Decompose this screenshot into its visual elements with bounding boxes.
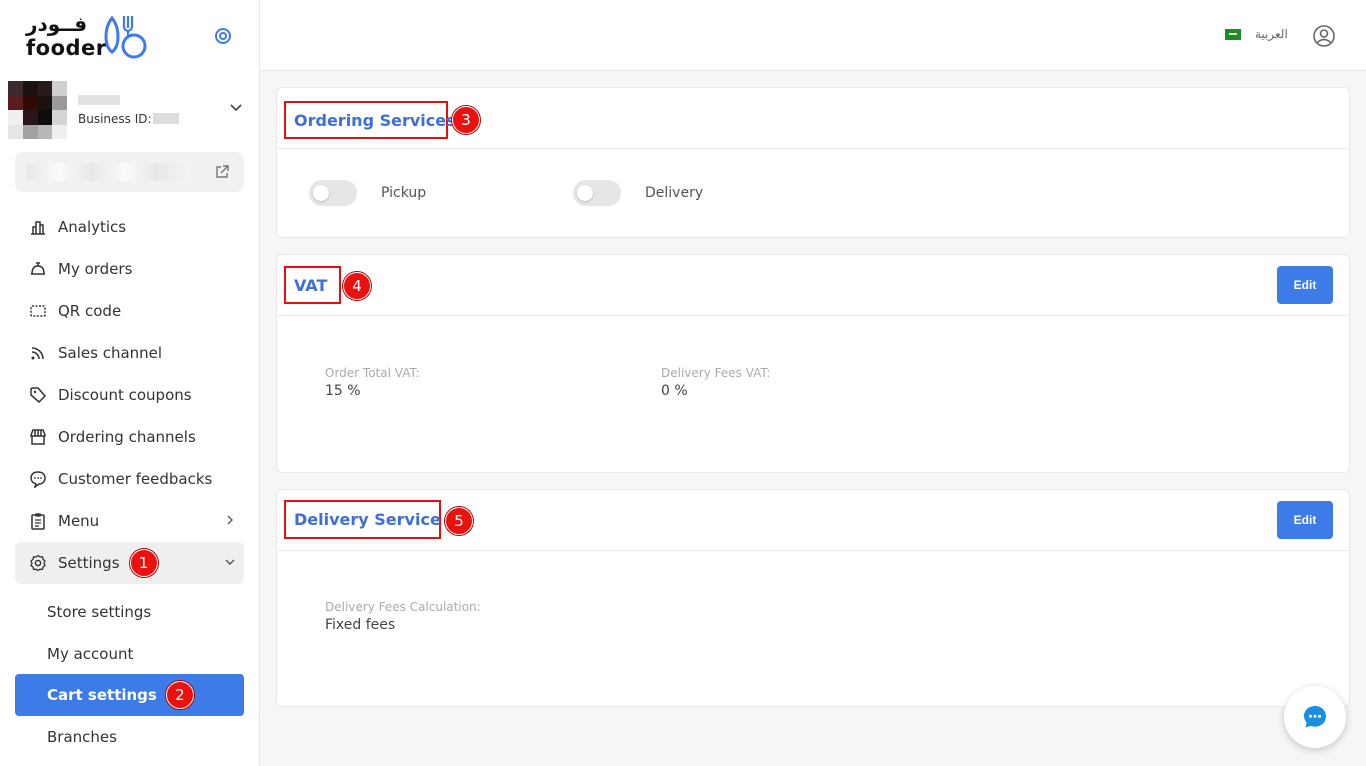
sidebar-item-menu[interactable]: Menu (15, 500, 244, 542)
card-header: Ordering Services 3 (277, 88, 1349, 149)
card-header: VAT 4 Edit (277, 255, 1349, 316)
business-switcher[interactable]: Business ID: (8, 81, 252, 139)
annotation-box: VAT (284, 266, 341, 304)
delivery-service-card: Delivery Service 5 Edit Delivery Fees Ca… (276, 489, 1350, 707)
annotation-badge-5: 5 (445, 507, 473, 535)
order-total-vat-field: Order Total VAT: 15 % (325, 366, 420, 399)
sidebar-subitem-branches[interactable]: Branches (15, 716, 244, 758)
sidebar-subitem-label: Cart settings (47, 686, 157, 704)
logo-arabic-text: فــودر (26, 12, 88, 36)
language-label: العربية (1255, 27, 1288, 41)
annotation-badge-4: 4 (343, 272, 371, 300)
store-icon (28, 427, 48, 447)
sidebar-item-label: Menu (58, 512, 100, 530)
saudi-flag-icon (1225, 28, 1241, 40)
sidebar-item-sales-channel[interactable]: Sales channel (15, 332, 244, 374)
annotation-badge-2: 2 (165, 681, 194, 709)
field-value: 15 % (325, 383, 361, 399)
delivery-edit-button[interactable]: Edit (1277, 501, 1333, 539)
delivery-fees-vat-field: Delivery Fees VAT: 0 % (661, 366, 770, 399)
annotation-badge-3: 3 (452, 106, 480, 134)
delivery-toggle-row: Delivery (573, 180, 703, 206)
ordering-services-card: Ordering Services 3 Pickup Delivery (276, 87, 1350, 238)
business-avatar (8, 81, 67, 139)
sidebar-item-label: Discount coupons (58, 386, 192, 404)
chevron-right-icon (227, 515, 233, 525)
bar-chart-icon (28, 217, 48, 237)
chevron-down-icon[interactable] (228, 99, 244, 115)
card-title: VAT (294, 275, 328, 295)
card-title: Ordering Services (294, 110, 456, 130)
clipboard-icon (28, 511, 48, 531)
annotation-box: Ordering Services (284, 101, 456, 139)
sidebar-item-label: My orders (58, 260, 133, 278)
chevron-down-icon (225, 559, 235, 565)
sidebar-item-label: QR code (58, 302, 122, 320)
sidebar-subitem-label: Branches (47, 728, 117, 746)
business-name-redacted (78, 95, 120, 105)
logo-english-text: fooder (26, 36, 107, 60)
bell-icon (28, 259, 48, 279)
delivery-label: Delivery (645, 185, 704, 201)
sidebar-item-discount-coupons[interactable]: Discount coupons (15, 374, 244, 416)
card-title: Delivery Service (294, 510, 441, 529)
field-label: Delivery Fees VAT: (661, 366, 771, 380)
logo-spoon-icon (104, 15, 147, 59)
sidebar-item-label: Ordering channels (58, 428, 196, 446)
support-chat-button[interactable] (1284, 686, 1346, 748)
sidebar-item-analytics[interactable]: Analytics (15, 206, 244, 248)
sidebar-subitem-cart-settings[interactable]: Cart settings 2 (15, 674, 244, 716)
external-link-icon[interactable] (214, 164, 230, 180)
sidebar-item-label: Settings (58, 554, 120, 572)
sidebar-item-label: Customer feedbacks (58, 470, 213, 488)
vat-card: VAT 4 Edit Order Total VAT: 15 % Deliver… (276, 254, 1350, 473)
pickup-toggle[interactable] (309, 180, 357, 206)
tag-icon (28, 385, 48, 405)
annotation-box: Delivery Service (284, 500, 441, 539)
sidebar-subitem-store-settings[interactable]: Store settings (15, 591, 244, 633)
chat-bubble-icon (1304, 706, 1326, 728)
fooder-logo[interactable]: فــودر fooder (24, 12, 154, 62)
sidebar-item-orders[interactable]: My orders (15, 248, 244, 290)
card-header: Delivery Service 5 Edit (277, 490, 1349, 551)
sidebar-subitem-label: Store settings (47, 603, 152, 621)
pickup-toggle-row: Pickup (309, 180, 426, 206)
vat-edit-button[interactable]: Edit (1277, 266, 1333, 304)
field-label: Delivery Fees Calculation: (325, 600, 481, 614)
top-bar: العربية (260, 0, 1366, 71)
field-value: Fixed fees (325, 617, 396, 633)
business-id: Business ID: (78, 112, 179, 126)
gear-icon (28, 553, 48, 573)
chat-icon (28, 469, 48, 489)
store-link[interactable] (15, 152, 244, 192)
pickup-label: Pickup (381, 185, 427, 201)
gear-icon[interactable] (213, 26, 233, 46)
annotation-badge-1: 1 (129, 549, 158, 577)
sidebar-item-label: Sales channel (58, 344, 163, 362)
sidebar-item-ordering-channels[interactable]: Ordering channels (15, 416, 244, 458)
sidebar-item-qr[interactable]: QR code (15, 290, 244, 332)
sidebar-subitem-label: My account (47, 645, 134, 663)
sidebar: فــودر fooder Business ID: Analytics My … (0, 0, 260, 766)
qr-icon (28, 301, 48, 321)
rss-icon (28, 343, 48, 363)
delivery-fees-calculation-field: Delivery Fees Calculation: Fixed fees (325, 600, 481, 633)
store-url-redacted (27, 163, 189, 181)
field-label: Order Total VAT: (325, 366, 420, 380)
language-switcher[interactable]: العربية (1225, 27, 1288, 41)
sidebar-item-settings[interactable]: Settings 1 (15, 542, 244, 584)
sidebar-item-label: Analytics (58, 218, 127, 236)
user-account-icon[interactable] (1312, 24, 1336, 48)
sidebar-item-customer-feedbacks[interactable]: Customer feedbacks (15, 458, 244, 500)
sidebar-subitem-my-account[interactable]: My account (15, 633, 244, 675)
delivery-toggle[interactable] (573, 180, 621, 206)
field-value: 0 % (661, 383, 688, 399)
